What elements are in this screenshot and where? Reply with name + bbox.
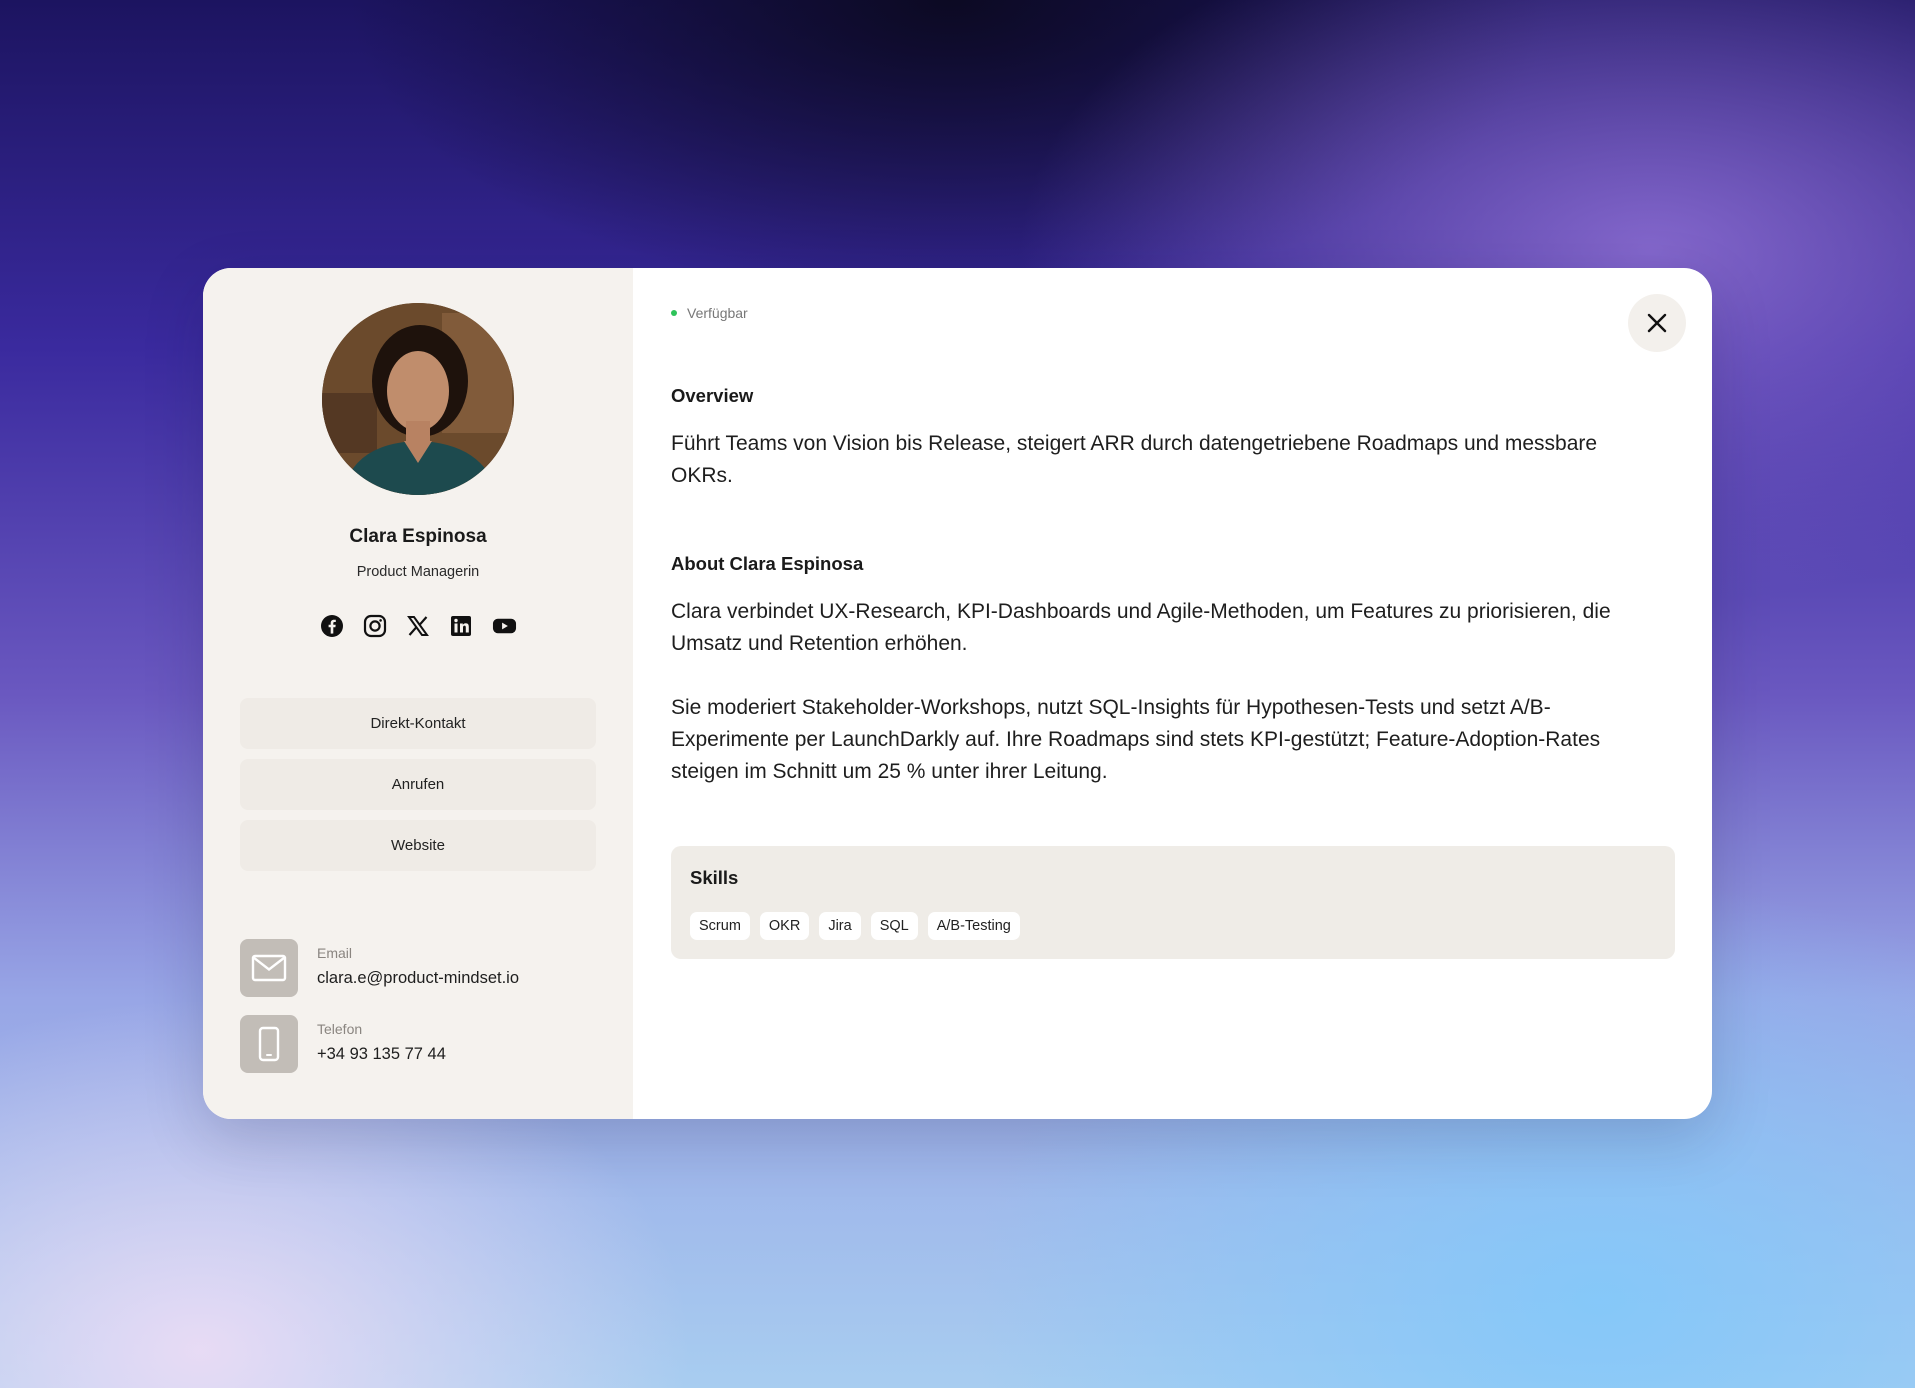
call-button[interactable]: Anrufen	[240, 759, 596, 810]
avatar	[322, 303, 514, 495]
status-dot-icon	[671, 310, 677, 316]
overview-heading: Overview	[671, 385, 754, 406]
instagram-icon[interactable]	[363, 613, 388, 638]
profile-modal: Clara Espinosa Product Managerin Direkt-…	[203, 268, 1712, 1119]
profile-name: Clara Espinosa	[349, 526, 487, 547]
skills-tags: Scrum OKR Jira SQL A/B-Testing	[690, 912, 1020, 940]
linkedin-icon[interactable]	[449, 613, 474, 638]
about-paragraph-2: Sie moderiert Stakeholder-Workshops, nut…	[671, 696, 1601, 783]
email-value[interactable]: clara.e@product-mindset.io	[317, 969, 519, 988]
x-icon[interactable]	[406, 613, 431, 638]
skill-tag: SQL	[870, 912, 918, 940]
phone-label: Telefon	[317, 1021, 363, 1037]
close-icon	[1647, 313, 1667, 333]
phone-icon	[240, 1015, 298, 1073]
skills-heading: Skills	[690, 867, 739, 888]
email-contact[interactable]: Email clara.e@product-mindset.io	[240, 939, 600, 997]
skills-section: Skills Scrum OKR Jira SQL A/B-Testing	[671, 846, 1675, 959]
facebook-icon[interactable]	[320, 613, 345, 638]
about-heading: About Clara Espinosa	[671, 553, 864, 574]
phone-value[interactable]: +34 93 135 77 44	[317, 1045, 446, 1064]
skill-tag: OKR	[759, 912, 810, 940]
action-buttons: Direkt-Kontakt Anrufen Website	[240, 698, 596, 881]
social-links	[203, 613, 633, 638]
phone-contact[interactable]: Telefon +34 93 135 77 44	[240, 1015, 600, 1073]
direct-contact-button[interactable]: Direkt-Kontakt	[240, 698, 596, 749]
email-label: Email	[317, 945, 353, 961]
website-button[interactable]: Website	[240, 820, 596, 871]
status-badge: Verfügbar	[671, 305, 748, 321]
avatar-image	[322, 303, 514, 495]
profile-details: Verfügbar Overview Führt Teams von Visio…	[633, 268, 1712, 1119]
skill-tag: Scrum	[690, 912, 750, 940]
status-text: Verfügbar	[687, 305, 748, 321]
profile-sidebar: Clara Espinosa Product Managerin Direkt-…	[203, 268, 633, 1119]
youtube-icon[interactable]	[492, 613, 517, 638]
skill-tag: Jira	[819, 912, 861, 940]
overview-text: Führt Teams von Vision bis Release, stei…	[671, 432, 1598, 487]
profile-role: Product Managerin	[356, 564, 480, 580]
close-button[interactable]	[1628, 294, 1686, 352]
skill-tag: A/B-Testing	[927, 912, 1020, 940]
about-paragraph-1: Clara verbindet UX-Research, KPI-Dashboa…	[671, 600, 1611, 655]
mail-icon	[240, 939, 298, 997]
